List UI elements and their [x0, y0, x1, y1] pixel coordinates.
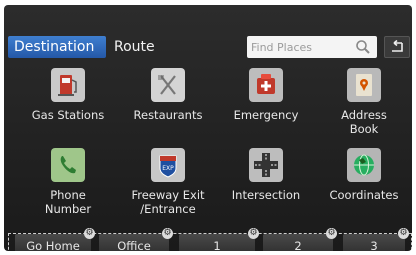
category-freeway-exit[interactable]: EXP Freeway Exit /Entrance [120, 148, 216, 216]
quick-slot-1-button[interactable]: 1 ⚙ [179, 228, 259, 251]
category-label: Gas Stations [31, 108, 105, 122]
search-input[interactable] [251, 38, 349, 56]
svg-text:EXP: EXP [162, 165, 174, 172]
settings-badge-icon[interactable]: ⚙ [162, 228, 173, 239]
category-intersection[interactable]: Intersection [218, 148, 314, 202]
category-label: Freeway Exit /Entrance [131, 188, 205, 216]
category-label: Phone Number [44, 188, 92, 216]
category-restaurants[interactable]: Restaurants [120, 68, 216, 122]
emergency-icon [249, 68, 283, 102]
quick-button-label: 1 [213, 239, 221, 251]
category-label: Address Book [341, 108, 387, 136]
intersection-icon [249, 148, 283, 182]
quick-destinations-bar: Go Home ⚙ Office ⚙ 1 ⚙ 2 ⚙ 3 ⚙ [8, 228, 412, 251]
address-book-icon [347, 68, 381, 102]
office-button[interactable]: Office ⚙ [99, 228, 173, 251]
quick-button-label: Office [117, 239, 151, 251]
top-bar: Destination Route [4, 33, 412, 59]
settings-badge-icon[interactable]: ⚙ [326, 228, 337, 239]
go-home-button[interactable]: Go Home ⚙ [15, 228, 95, 251]
category-phone-number[interactable]: Phone Number [20, 148, 116, 216]
quick-button-label: 2 [294, 239, 302, 251]
category-label: Intersection [231, 188, 301, 202]
quick-slot-2-button[interactable]: 2 ⚙ [263, 228, 337, 251]
quick-slot-3-button[interactable]: 3 ⚙ [343, 228, 409, 251]
tab-route[interactable]: Route [108, 36, 161, 58]
settings-badge-icon[interactable]: ⚙ [248, 228, 259, 239]
back-arrow-icon [392, 40, 403, 52]
fork-knife-icon [151, 68, 185, 102]
category-label: Restaurants [133, 108, 203, 122]
search-box[interactable] [247, 36, 377, 58]
gas-pump-icon [51, 68, 85, 102]
globe-icon [347, 148, 381, 182]
category-address-book[interactable]: Address Book [316, 68, 412, 136]
search-icon[interactable] [355, 39, 371, 55]
navigation-screen: Destination Route Gas Stations [4, 5, 412, 251]
freeway-exit-icon: EXP [151, 148, 185, 182]
settings-badge-icon[interactable]: ⚙ [84, 228, 95, 239]
category-label: Coordinates [329, 188, 399, 202]
back-button[interactable] [384, 36, 410, 58]
quick-button-label: Go Home [26, 239, 80, 251]
category-gas-stations[interactable]: Gas Stations [20, 68, 116, 122]
category-label: Emergency [233, 108, 299, 122]
settings-badge-icon[interactable]: ⚙ [398, 228, 409, 239]
category-coordinates[interactable]: Coordinates [316, 148, 412, 202]
category-emergency[interactable]: Emergency [218, 68, 314, 122]
tab-destination[interactable]: Destination [8, 36, 106, 58]
quick-button-label: 3 [370, 239, 378, 251]
phone-icon [51, 148, 85, 182]
